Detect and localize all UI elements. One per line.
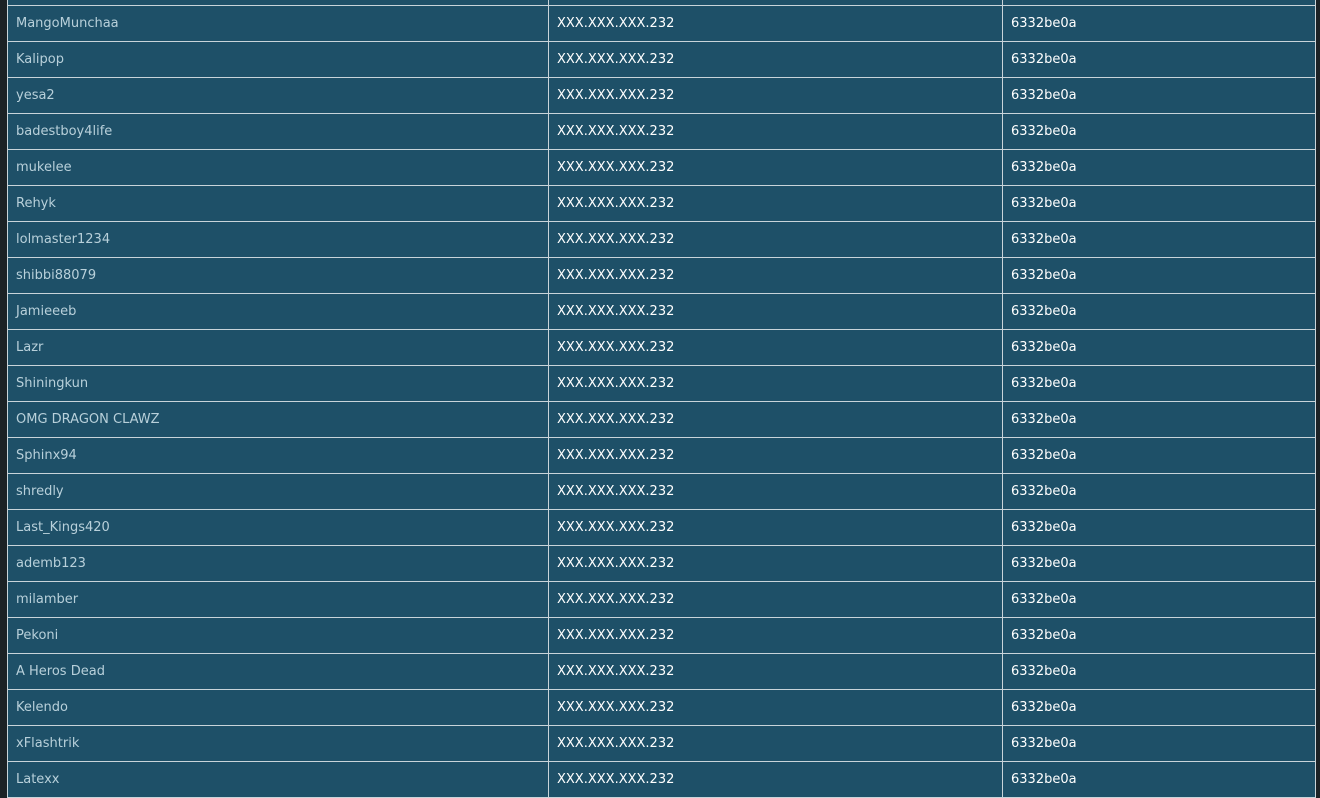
ip-address-cell: XXX.XXX.XXX.232 (548, 401, 1003, 438)
username-cell: shibbi88079 (7, 257, 549, 294)
table-row: xFlashtrik XXX.XXX.XXX.232 6332be0a (7, 725, 1316, 762)
table-row: Sphinx94 XXX.XXX.XXX.232 6332be0a (7, 437, 1316, 474)
hash-cell: 6332be0a (1002, 257, 1316, 294)
ip-address-cell: XXX.XXX.XXX.232 (548, 257, 1003, 294)
hash-cell: 6332be0a (1002, 401, 1316, 438)
table-row: Rehyk XXX.XXX.XXX.232 6332be0a (7, 185, 1316, 222)
ip-address-cell: XXX.XXX.XXX.232 (548, 725, 1003, 762)
hash-cell: 6332be0a (1002, 221, 1316, 258)
table-row: Last_Kings420 XXX.XXX.XXX.232 6332be0a (7, 509, 1316, 546)
ip-address-cell: XXX.XXX.XXX.232 (548, 365, 1003, 402)
ip-address-cell: XXX.XXX.XXX.232 (548, 473, 1003, 510)
table-row: Shiningkun XXX.XXX.XXX.232 6332be0a (7, 365, 1316, 402)
username-cell: lolmaster1234 (7, 221, 549, 258)
ip-address-cell: XXX.XXX.XXX.232 (548, 581, 1003, 618)
table-row: Lazr XXX.XXX.XXX.232 6332be0a (7, 329, 1316, 366)
username-cell: Sphinx94 (7, 437, 549, 474)
username-cell: Last_Kings420 (7, 509, 549, 546)
hash-cell: 6332be0a (1002, 293, 1316, 330)
hash-cell: 6332be0a (1002, 761, 1316, 798)
user-ip-table-container: MangoMunchaa XXX.XXX.XXX.232 6332be0a Kalip… (7, 5, 1316, 798)
hash-cell: 6332be0a (1002, 509, 1316, 546)
table-row: OMG DRAGON CLAWZ XXX.XXX.XXX.232 6332be0a (7, 401, 1316, 438)
hash-cell: 6332be0a (1002, 329, 1316, 366)
hash-cell: 6332be0a (1002, 725, 1316, 762)
ip-address-cell: XXX.XXX.XXX.232 (548, 617, 1003, 654)
table-row: mukelee XXX.XXX.XXX.232 6332be0a (7, 149, 1316, 186)
ip-address-cell: XXX.XXX.XXX.232 (548, 293, 1003, 330)
ip-address-cell: XXX.XXX.XXX.232 (548, 653, 1003, 690)
username-cell: Latexx (7, 761, 549, 798)
username-cell: Pekoni (7, 617, 549, 654)
hash-cell: 6332be0a (1002, 365, 1316, 402)
ip-address-cell: XXX.XXX.XXX.232 (548, 221, 1003, 258)
hash-cell: 6332be0a (1002, 77, 1316, 114)
username-cell: Lazr (7, 329, 549, 366)
hash-cell: 6332be0a (1002, 617, 1316, 654)
ip-address-cell: XXX.XXX.XXX.232 (548, 5, 1003, 42)
hash-cell: 6332be0a (1002, 581, 1316, 618)
username-cell: Jamieeeb (7, 293, 549, 330)
table-body: MangoMunchaa XXX.XXX.XXX.232 6332be0a Kalip… (7, 5, 1316, 798)
table-row: shibbi88079 XXX.XXX.XXX.232 6332be0a (7, 257, 1316, 294)
table-row: Jamieeeb XXX.XXX.XXX.232 6332be0a (7, 293, 1316, 330)
hash-cell: 6332be0a (1002, 473, 1316, 510)
ip-address-cell: XXX.XXX.XXX.232 (548, 329, 1003, 366)
ip-address-cell: XXX.XXX.XXX.232 (548, 41, 1003, 78)
username-cell: OMG DRAGON CLAWZ (7, 401, 549, 438)
hash-cell: 6332be0a (1002, 185, 1316, 222)
username-cell: ademb123 (7, 545, 549, 582)
table-row: shredly XXX.XXX.XXX.232 6332be0a (7, 473, 1316, 510)
ip-address-cell: XXX.XXX.XXX.232 (548, 437, 1003, 474)
table-row: milamber XXX.XXX.XXX.232 6332be0a (7, 581, 1316, 618)
table-row: A Heros Dead XXX.XXX.XXX.232 6332be0a (7, 653, 1316, 690)
hash-cell: 6332be0a (1002, 41, 1316, 78)
hash-cell: 6332be0a (1002, 545, 1316, 582)
table-row: MangoMunchaa XXX.XXX.XXX.232 6332be0a (7, 5, 1316, 42)
username-cell: mukelee (7, 149, 549, 186)
table-row: badestboy4life XXX.XXX.XXX.232 6332be0a (7, 113, 1316, 150)
ip-address-cell: XXX.XXX.XXX.232 (548, 77, 1003, 114)
username-cell: milamber (7, 581, 549, 618)
ip-address-cell: XXX.XXX.XXX.232 (548, 509, 1003, 546)
table-row: Latexx XXX.XXX.XXX.232 6332be0a (7, 761, 1316, 798)
username-cell: badestboy4life (7, 113, 549, 150)
table-row: Pekoni XXX.XXX.XXX.232 6332be0a (7, 617, 1316, 654)
hash-cell: 6332be0a (1002, 149, 1316, 186)
hash-cell: 6332be0a (1002, 113, 1316, 150)
ip-address-cell: XXX.XXX.XXX.232 (548, 113, 1003, 150)
hash-cell: 6332be0a (1002, 653, 1316, 690)
hash-cell: 6332be0a (1002, 689, 1316, 726)
table-row: lolmaster1234 XXX.XXX.XXX.232 6332be0a (7, 221, 1316, 258)
table-row: Kelendo XXX.XXX.XXX.232 6332be0a (7, 689, 1316, 726)
ip-address-cell: XXX.XXX.XXX.232 (548, 185, 1003, 222)
user-ip-table: MangoMunchaa XXX.XXX.XXX.232 6332be0a Kalip… (7, 5, 1316, 798)
username-cell: A Heros Dead (7, 653, 549, 690)
ip-address-cell: XXX.XXX.XXX.232 (548, 545, 1003, 582)
table-row: yesa2 XXX.XXX.XXX.232 6332be0a (7, 77, 1316, 114)
username-cell: yesa2 (7, 77, 549, 114)
ip-address-cell: XXX.XXX.XXX.232 (548, 761, 1003, 798)
username-cell: Kalipop (7, 41, 549, 78)
username-cell: MangoMunchaa (7, 5, 549, 42)
hash-cell: 6332be0a (1002, 5, 1316, 42)
username-cell: xFlashtrik (7, 725, 549, 762)
username-cell: shredly (7, 473, 549, 510)
username-cell: Shiningkun (7, 365, 549, 402)
username-cell: Kelendo (7, 689, 549, 726)
hash-cell: 6332be0a (1002, 437, 1316, 474)
ip-address-cell: XXX.XXX.XXX.232 (548, 689, 1003, 726)
ip-address-cell: XXX.XXX.XXX.232 (548, 149, 1003, 186)
table-row: Kalipop XXX.XXX.XXX.232 6332be0a (7, 41, 1316, 78)
table-row: ademb123 XXX.XXX.XXX.232 6332be0a (7, 545, 1316, 582)
username-cell: Rehyk (7, 185, 549, 222)
